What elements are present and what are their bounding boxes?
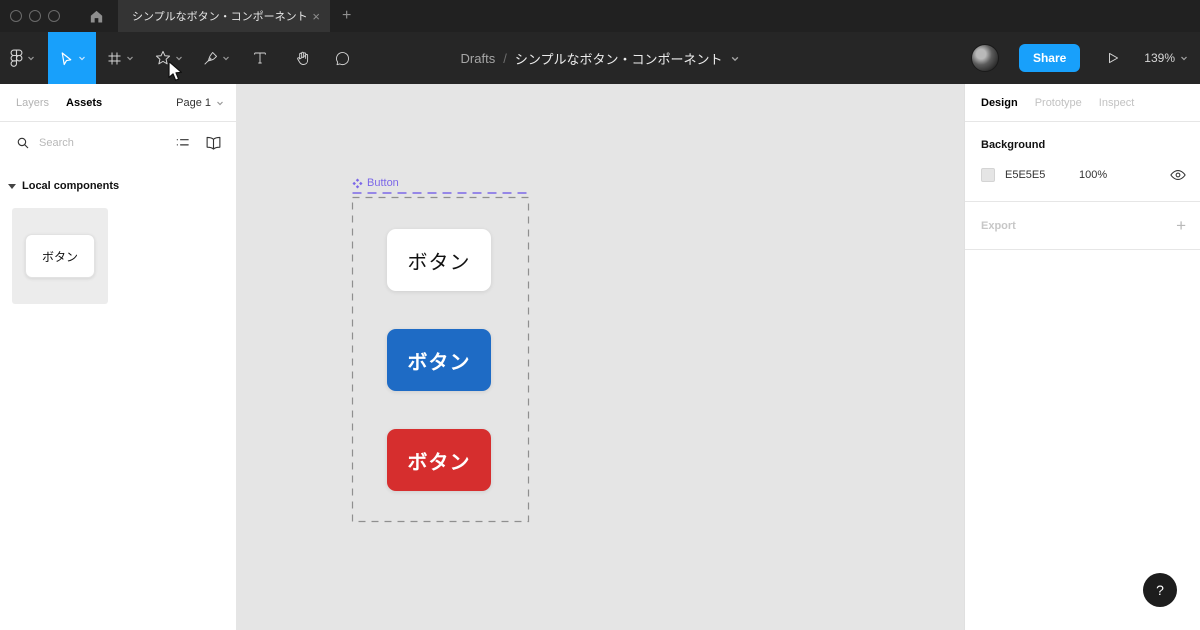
figma-window: シンプルなボタン・コンポーネント × + — [0, 0, 1200, 630]
tab-prototype[interactable]: Prototype — [1035, 97, 1082, 109]
breadcrumb-file-title[interactable]: シンプルなボタン・コンポーネント — [515, 49, 723, 68]
page-selector-label: Page 1 — [176, 97, 211, 109]
tab-bar: シンプルなボタン・コンポーネント × + — [0, 0, 1200, 32]
component-name-label[interactable]: Button — [352, 177, 399, 189]
tab-design[interactable]: Design — [981, 97, 1018, 109]
pen-tool-button[interactable] — [192, 32, 240, 84]
export-section: Export + — [965, 202, 1200, 250]
zoom-menu[interactable]: 139% — [1144, 51, 1188, 65]
background-color-row: E5E5E5 100% — [981, 168, 1186, 182]
search-placeholder: Search — [39, 137, 74, 149]
component-thumbnail-button: ボタン — [25, 234, 95, 278]
new-tab-button[interactable]: + — [342, 7, 351, 25]
comment-icon — [334, 50, 351, 67]
play-icon — [1106, 51, 1120, 65]
close-window-button[interactable] — [10, 10, 22, 22]
color-swatch[interactable] — [981, 168, 995, 182]
file-tab[interactable]: シンプルなボタン・コンポーネント × — [118, 0, 330, 32]
minimize-window-button[interactable] — [29, 10, 41, 22]
window-controls — [10, 10, 60, 22]
maximize-window-button[interactable] — [48, 10, 60, 22]
component-name-text: Button — [367, 177, 399, 189]
export-section-title: Export — [981, 220, 1016, 232]
search-icon — [16, 136, 30, 150]
add-export-icon[interactable]: + — [1176, 216, 1186, 236]
comment-tool-button[interactable] — [322, 32, 362, 84]
frame-tool-button[interactable] — [96, 32, 144, 84]
list-view-icon[interactable] — [175, 135, 190, 150]
component-icon — [352, 178, 363, 189]
background-section-title: Background — [981, 139, 1186, 151]
right-panel-tabs: Design Prototype Inspect — [965, 84, 1200, 122]
zoom-level: 139% — [1144, 51, 1175, 65]
toolbar-right: Share 139% — [971, 32, 1188, 84]
color-opacity-value[interactable]: 100% — [1079, 169, 1107, 181]
disclosure-triangle-icon — [8, 184, 16, 189]
page-selector[interactable]: Page 1 — [176, 97, 224, 109]
local-components-header[interactable]: Local components — [0, 163, 236, 192]
text-tool-button[interactable] — [240, 32, 280, 84]
move-cursor-icon — [58, 50, 75, 67]
text-icon — [252, 50, 268, 66]
avatar[interactable] — [971, 44, 999, 72]
canvas[interactable]: Button ボタン ボタン ボタン — [236, 84, 964, 630]
frame-icon — [106, 50, 123, 67]
share-button[interactable]: Share — [1019, 44, 1080, 72]
breadcrumb: Drafts / シンプルなボタン・コンポーネント — [461, 32, 740, 84]
chevron-down-icon — [27, 54, 35, 62]
shape-tool-button[interactable] — [144, 32, 192, 84]
chevron-down-icon — [126, 54, 134, 62]
present-button[interactable] — [1106, 51, 1120, 65]
component-thumbnail[interactable]: ボタン — [12, 208, 108, 304]
help-button[interactable]: ? — [1143, 573, 1177, 607]
chevron-down-icon — [222, 54, 230, 62]
hand-icon — [294, 50, 311, 67]
star-icon — [154, 49, 172, 67]
eye-icon — [1170, 169, 1186, 181]
main-menu-button[interactable] — [0, 32, 44, 84]
visibility-toggle[interactable] — [1170, 169, 1186, 181]
pen-icon — [202, 50, 219, 67]
section-title: Local components — [22, 180, 119, 192]
chevron-down-icon[interactable] — [730, 54, 739, 63]
file-tab-title: シンプルなボタン・コンポーネント — [132, 8, 306, 24]
tab-layers[interactable]: Layers — [16, 97, 49, 109]
toolbar: Drafts / シンプルなボタン・コンポーネント Share 139% — [0, 32, 1200, 84]
chevron-down-icon — [175, 54, 183, 62]
chevron-down-icon — [78, 54, 86, 62]
chevron-down-icon — [1180, 54, 1188, 62]
tab-inspect[interactable]: Inspect — [1099, 97, 1134, 109]
canvas-button-red[interactable]: ボタン — [387, 429, 491, 491]
left-sidebar: Layers Assets Page 1 Search Local compon… — [0, 84, 236, 630]
library-book-icon[interactable] — [205, 135, 222, 150]
breadcrumb-separator: / — [503, 51, 507, 66]
right-sidebar: Design Prototype Inspect Background E5E5… — [964, 84, 1200, 630]
left-panel-tabs: Layers Assets Page 1 — [0, 84, 236, 122]
chevron-down-icon — [216, 99, 224, 107]
move-tool-button[interactable] — [48, 32, 96, 84]
figma-logo-icon — [9, 48, 24, 68]
canvas-button-white[interactable]: ボタン — [387, 229, 491, 291]
color-hex-value[interactable]: E5E5E5 — [1005, 169, 1057, 181]
close-tab-icon[interactable]: × — [312, 9, 320, 24]
hand-tool-button[interactable] — [282, 32, 322, 84]
canvas-button-blue[interactable]: ボタン — [387, 329, 491, 391]
home-icon[interactable] — [84, 4, 108, 28]
assets-search[interactable]: Search — [0, 122, 236, 163]
breadcrumb-drafts[interactable]: Drafts — [461, 51, 496, 66]
tab-assets[interactable]: Assets — [66, 97, 102, 109]
background-section: Background E5E5E5 100% — [965, 122, 1200, 202]
